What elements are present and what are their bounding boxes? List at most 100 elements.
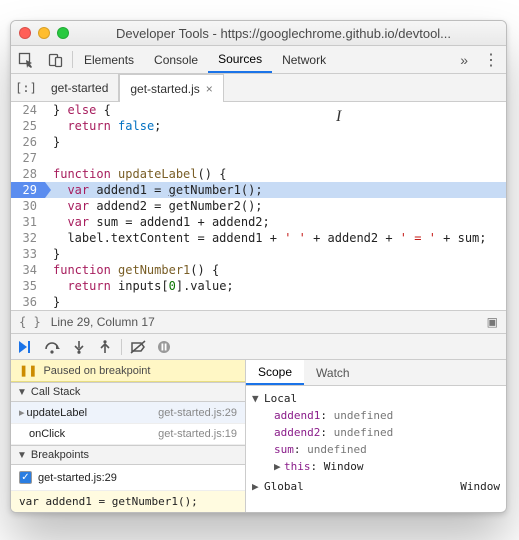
paused-ribbon: ❚❚ Paused on breakpoint <box>11 360 245 382</box>
line-number[interactable]: 28 <box>11 166 45 182</box>
editor-status-bar: { } Line 29, Column 17 ▣ <box>11 310 506 334</box>
debugger-toolbar <box>11 334 506 360</box>
line-number[interactable]: 26 <box>11 134 45 150</box>
code-line[interactable]: 31 var sum = addend1 + addend2; <box>11 214 506 230</box>
pretty-print-icon[interactable]: { } <box>19 315 41 329</box>
code-text: function getNumber1() { <box>45 262 506 278</box>
show-navigator-icon[interactable]: [:] <box>11 74 41 101</box>
scope-global[interactable]: ▶Global Window <box>252 475 500 495</box>
code-text: var sum = addend1 + addend2; <box>45 214 506 230</box>
scope-local-label: Local <box>264 390 297 407</box>
code-text: } <box>45 246 506 262</box>
deactivate-breakpoints-button[interactable] <box>126 337 150 357</box>
code-editor[interactable]: 24} else {25 return false;26}2728functio… <box>11 102 506 310</box>
tab-network[interactable]: Network <box>272 46 336 73</box>
call-stack-header[interactable]: ▼ Call Stack <box>11 382 245 402</box>
code-text: var addend1 = getNumber1(); <box>45 182 506 198</box>
file-tab-bar: [:] get-started get-started.js × <box>11 74 506 102</box>
breakpoint-checkbox[interactable]: ✓ <box>19 471 32 484</box>
breakpoint-label: get-started.js:29 <box>38 472 117 484</box>
settings-kebab-icon[interactable]: ⋮ <box>476 50 506 70</box>
code-text: } else { <box>45 102 506 118</box>
code-line[interactable]: 24} else { <box>11 102 506 118</box>
device-toolbar-icon[interactable] <box>41 46 71 73</box>
code-text: return false; <box>45 118 506 134</box>
close-tab-icon[interactable]: × <box>206 82 213 96</box>
code-line[interactable]: 30 var addend2 = getNumber2(); <box>11 198 506 214</box>
tab-elements[interactable]: Elements <box>74 46 144 73</box>
line-number[interactable]: 27 <box>11 150 45 166</box>
code-line[interactable]: 26} <box>11 134 506 150</box>
window-title: Developer Tools - https://googlechrome.g… <box>69 26 498 41</box>
scope-body: ▼Local addend1: undefined addend2: undef… <box>246 386 506 499</box>
stack-fn: updateLabel <box>27 407 88 419</box>
tabs-overflow-icon[interactable]: » <box>452 52 476 68</box>
disclosure-triangle-icon[interactable]: ▼ <box>252 390 264 407</box>
scope-tabs: Scope Watch <box>246 360 506 386</box>
close-window-icon[interactable] <box>19 27 31 39</box>
tab-console[interactable]: Console <box>144 46 208 73</box>
scope-var: addend1: undefined <box>252 407 500 424</box>
code-line[interactable]: 34function getNumber1() { <box>11 262 506 278</box>
file-tab-label: get-started <box>51 81 108 95</box>
code-text: var addend2 = getNumber2(); <box>45 198 506 214</box>
zoom-window-icon[interactable] <box>57 27 69 39</box>
tab-scope[interactable]: Scope <box>246 360 304 385</box>
code-line[interactable]: 25 return false; <box>11 118 506 134</box>
code-line[interactable]: 35 return inputs[0].value; <box>11 278 506 294</box>
stack-frame[interactable]: ▸updateLabel get-started.js:29 <box>11 402 245 424</box>
breakpoint-row[interactable]: ✓ get-started.js:29 <box>11 465 245 490</box>
traffic-lights <box>19 27 69 39</box>
code-text: } <box>45 294 506 310</box>
line-number[interactable]: 34 <box>11 262 45 278</box>
scope-this[interactable]: ▶this: Window <box>252 458 500 475</box>
paused-label: Paused on breakpoint <box>43 365 150 377</box>
line-number[interactable]: 30 <box>11 198 45 214</box>
tab-sources[interactable]: Sources <box>208 46 272 73</box>
code-line[interactable]: 28function updateLabel() { <box>11 166 506 182</box>
line-number[interactable]: 25 <box>11 118 45 134</box>
panel-tabs: Elements Console Sources Network <box>74 46 336 73</box>
breakpoints-title: Breakpoints <box>31 449 89 461</box>
stack-frame[interactable]: onClick get-started.js:19 <box>11 424 245 445</box>
code-text: function updateLabel() { <box>45 166 506 182</box>
code-line[interactable]: 32 label.textContent = addend1 + ' ' + a… <box>11 230 506 246</box>
disclosure-triangle-icon: ▼ <box>17 387 27 398</box>
step-into-button[interactable] <box>67 337 91 357</box>
resume-button[interactable] <box>15 337 39 357</box>
line-number[interactable]: 36 <box>11 294 45 310</box>
devtools-window: Developer Tools - https://googlechrome.g… <box>10 20 507 513</box>
code-line[interactable]: 29 var addend1 = getNumber1(); <box>11 182 506 198</box>
code-text: } <box>45 134 506 150</box>
line-number[interactable]: 29 <box>11 182 45 198</box>
code-line[interactable]: 36} <box>11 294 506 310</box>
minimize-window-icon[interactable] <box>38 27 50 39</box>
line-number[interactable]: 31 <box>11 214 45 230</box>
cursor-position: Line 29, Column 17 <box>51 315 155 329</box>
coverage-icon[interactable]: ▣ <box>487 315 498 329</box>
file-tab-label: get-started.js <box>130 82 199 96</box>
code-line[interactable]: 33} <box>11 246 506 262</box>
main-toolbar: Elements Console Sources Network » ⋮ <box>11 46 506 74</box>
file-tab-get-started[interactable]: get-started <box>41 74 119 101</box>
line-number[interactable]: 35 <box>11 278 45 294</box>
stack-fn: onClick <box>19 428 65 440</box>
file-tab-get-started-js[interactable]: get-started.js × <box>119 74 223 103</box>
titlebar: Developer Tools - https://googlechrome.g… <box>11 21 506 46</box>
disclosure-triangle-icon: ▼ <box>17 450 27 461</box>
code-text: return inputs[0].value; <box>45 278 506 294</box>
breakpoints-header[interactable]: ▼ Breakpoints <box>11 445 245 465</box>
line-number[interactable]: 33 <box>11 246 45 262</box>
pause-on-exceptions-button[interactable] <box>152 337 176 357</box>
current-frame-icon: ▸ <box>19 407 25 419</box>
warning-icon: ❚❚ <box>19 364 37 377</box>
stack-loc: get-started.js:29 <box>158 407 237 419</box>
code-line[interactable]: 27 <box>11 150 506 166</box>
line-number[interactable]: 32 <box>11 230 45 246</box>
line-number[interactable]: 24 <box>11 102 45 118</box>
inspect-element-icon[interactable] <box>11 46 41 73</box>
step-over-button[interactable] <box>41 337 65 357</box>
tab-watch[interactable]: Watch <box>304 360 362 385</box>
step-out-button[interactable] <box>93 337 117 357</box>
scope-var: sum: undefined <box>252 441 500 458</box>
